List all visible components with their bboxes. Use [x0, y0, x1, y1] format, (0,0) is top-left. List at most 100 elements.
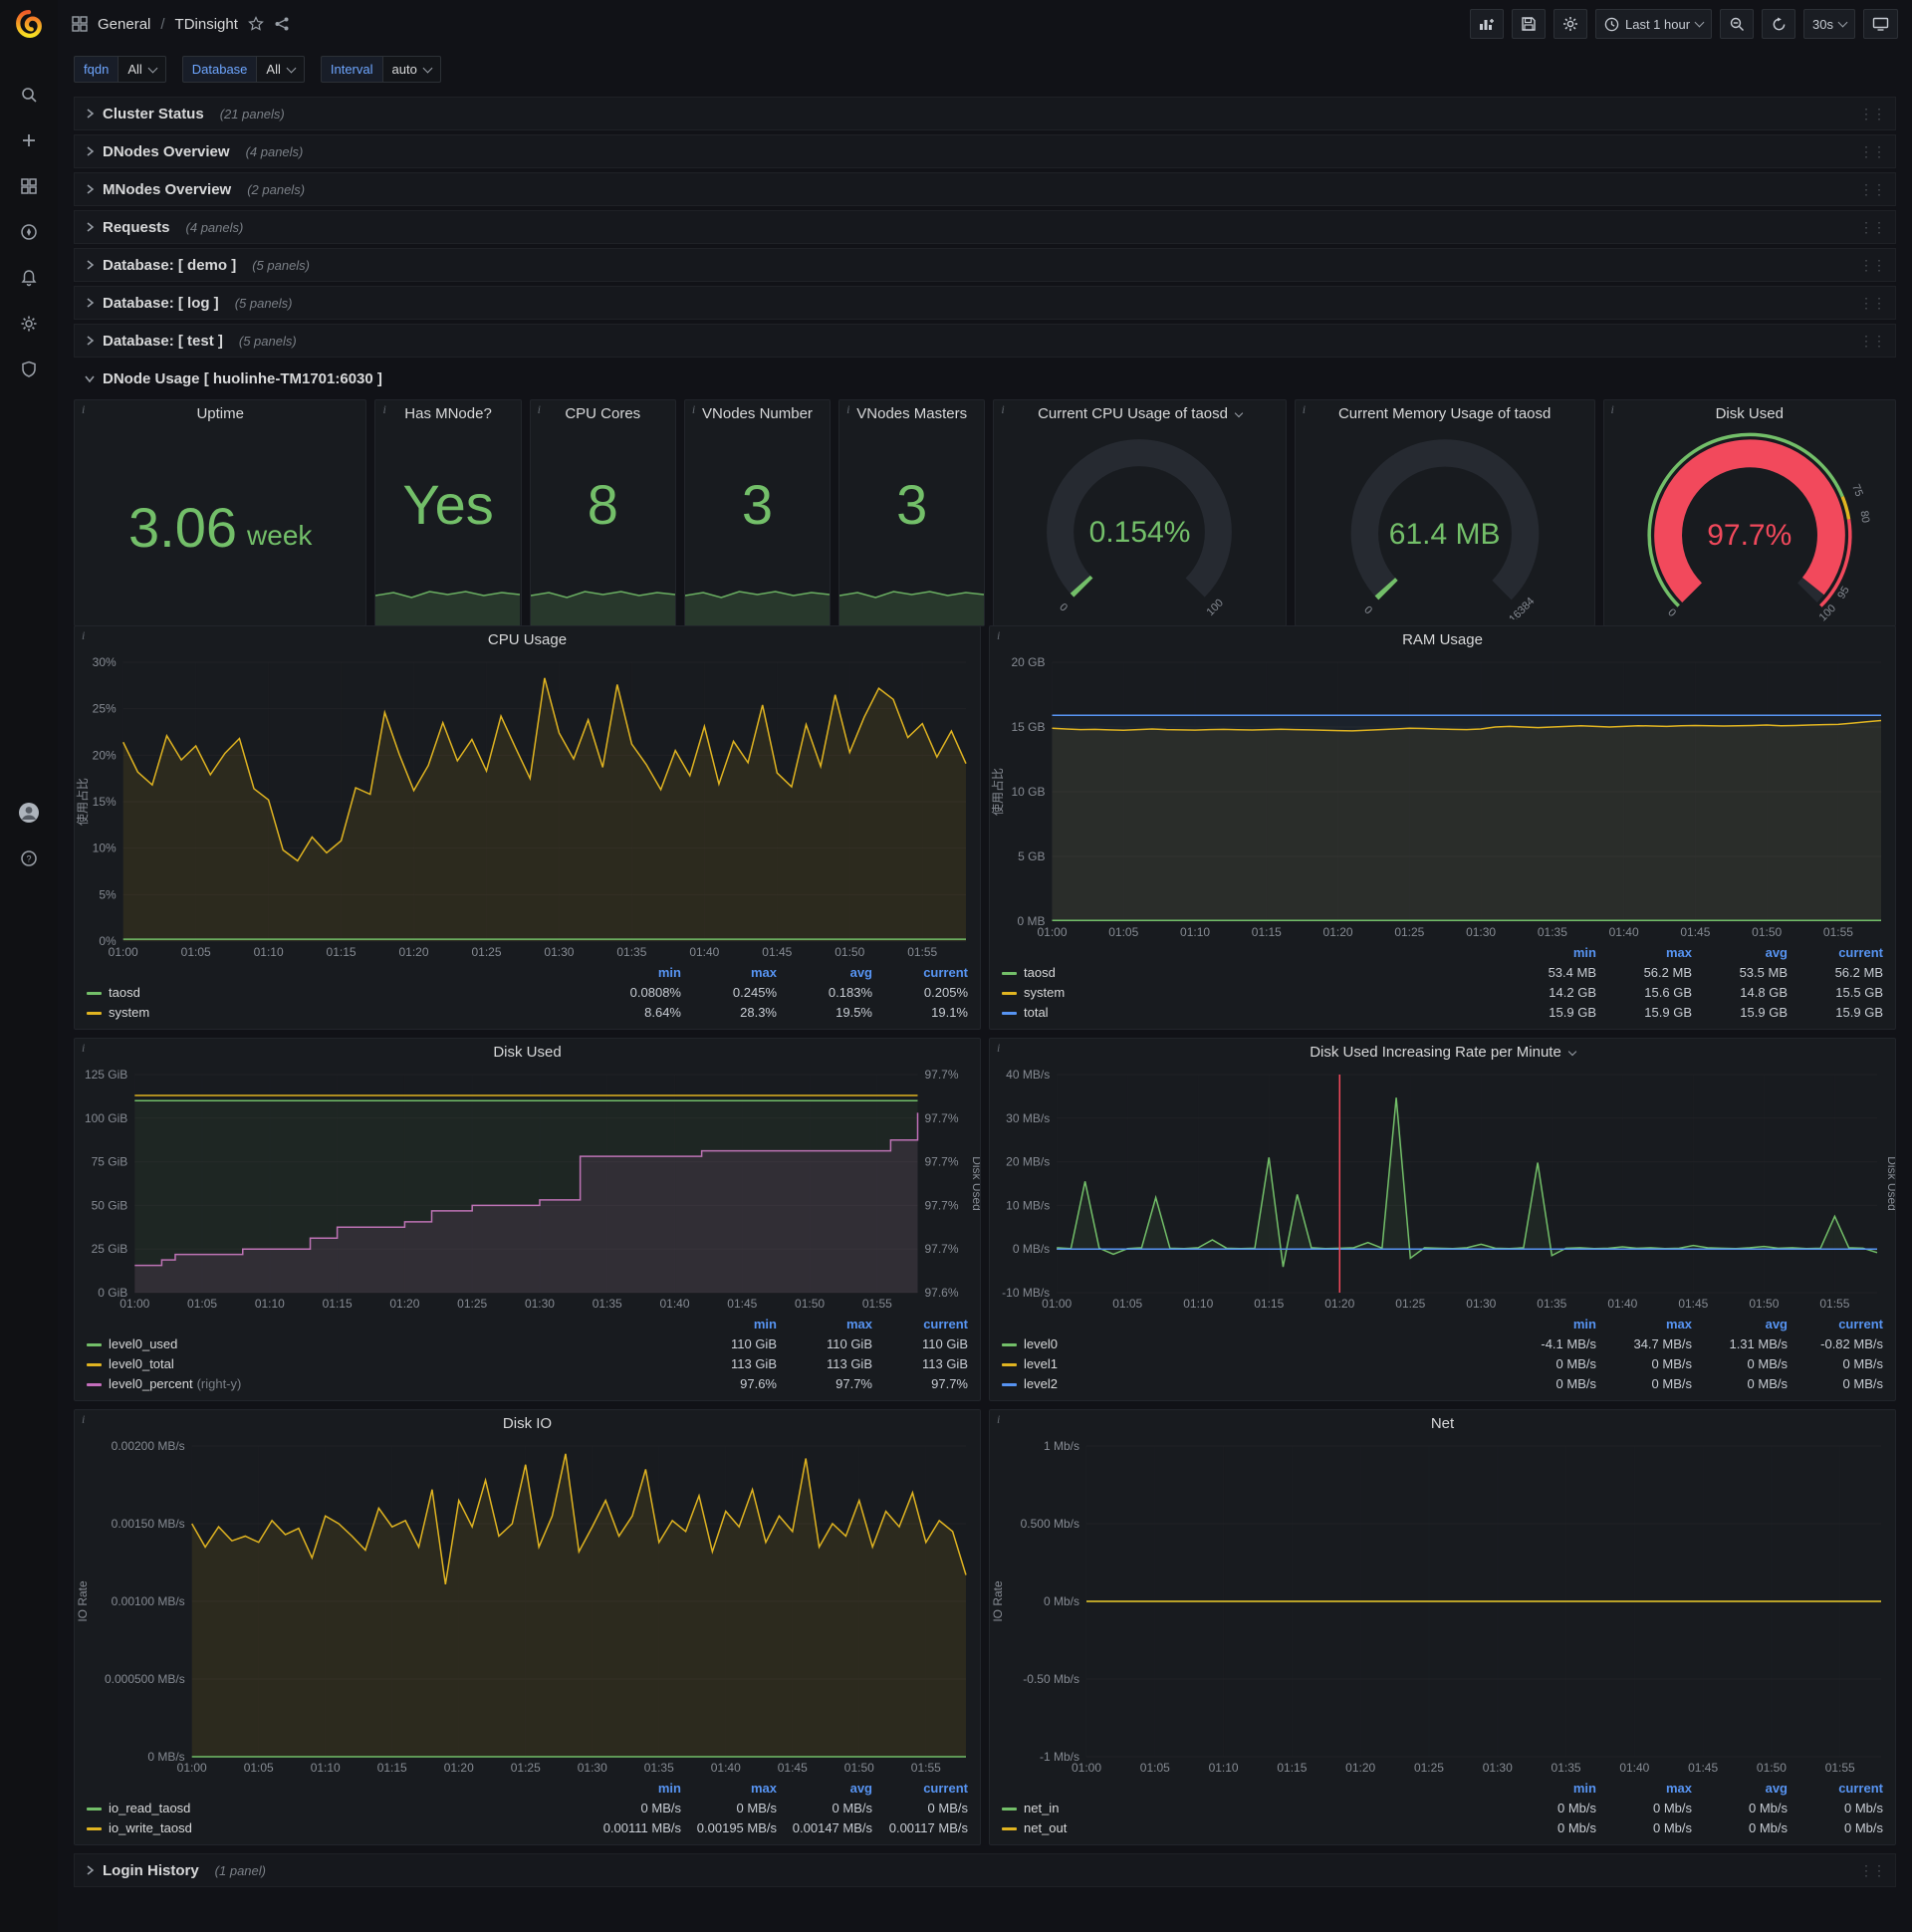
zoom-out-button[interactable]: [1720, 9, 1755, 39]
panel-title[interactable]: Has MNode?: [375, 400, 520, 428]
time-range-picker[interactable]: Last 1 hour: [1594, 9, 1713, 39]
legend-header[interactable]: max: [1600, 943, 1696, 963]
legend-header[interactable]: avg: [1696, 1315, 1792, 1334]
create-plus-icon[interactable]: [9, 121, 49, 160]
panel-info-icon[interactable]: i: [846, 402, 849, 417]
variable-interval[interactable]: Interval auto: [320, 56, 441, 83]
panel-title[interactable]: CPU Cores: [531, 400, 675, 428]
legend-series-name[interactable]: taosd: [83, 983, 590, 1003]
row-drag-handle[interactable]: ⋮⋮: [1859, 106, 1886, 122]
row-drag-handle[interactable]: ⋮⋮: [1859, 333, 1886, 350]
chart-canvas[interactable]: 01:00 01:05 01:10 01:15 01:20 01:25 01:30 01:35…: [75, 1438, 980, 1777]
dashboard-row[interactable]: Cluster Status (21 panels) ⋮⋮: [74, 97, 1896, 130]
panel-title[interactable]: Current CPU Usage of taosd: [994, 400, 1285, 428]
panel-info-icon[interactable]: i: [1001, 402, 1004, 417]
legend-header[interactable]: min: [1505, 943, 1600, 963]
legend-series-name[interactable]: net_in: [998, 1799, 1505, 1818]
dashboard-row[interactable]: Database: [ test ] (5 panels) ⋮⋮: [74, 324, 1896, 358]
chart-canvas[interactable]: 01:00 01:05 01:10 01:15 01:20 01:25 01:30 01:35…: [990, 654, 1895, 941]
row-drag-handle[interactable]: ⋮⋮: [1859, 143, 1886, 160]
panel-title[interactable]: Current Memory Usage of taosd: [1296, 400, 1594, 428]
grafana-logo[interactable]: [15, 10, 43, 41]
dashboards-icon[interactable]: [9, 166, 49, 206]
legend-series-name[interactable]: level0_total: [83, 1354, 685, 1374]
panel-title[interactable]: Disk IO: [75, 1410, 980, 1438]
legend-header[interactable]: current: [1792, 1315, 1887, 1334]
panel-info-icon[interactable]: i: [82, 1041, 85, 1056]
legend-series-name[interactable]: level0_used: [83, 1334, 685, 1354]
refresh-interval-picker[interactable]: 30s: [1803, 9, 1855, 39]
chart-canvas[interactable]: 01:00 01:05 01:10 01:15 01:20 01:25 01:30 01:35…: [75, 654, 980, 961]
legend-header[interactable]: min: [685, 1315, 781, 1334]
dashboard-grid-icon[interactable]: [72, 16, 88, 32]
dashboard-row[interactable]: DNodes Overview (4 panels) ⋮⋮: [74, 134, 1896, 168]
chart-area[interactable]: 01:00 01:05 01:10 01:15 01:20 01:25 01:30 01:35…: [75, 1067, 980, 1313]
help-icon[interactable]: ?: [9, 839, 49, 878]
legend-series-name[interactable]: system: [83, 1003, 590, 1023]
panel-title[interactable]: Disk Used Increasing Rate per Minute: [990, 1039, 1895, 1067]
alerting-bell-icon[interactable]: [9, 258, 49, 298]
row-drag-handle[interactable]: ⋮⋮: [1859, 219, 1886, 236]
legend-series-name[interactable]: level0: [998, 1334, 1505, 1354]
legend-header[interactable]: avg: [781, 1779, 876, 1799]
panel-info-icon[interactable]: i: [82, 1412, 85, 1427]
dashboard-row[interactable]: Requests (4 panels) ⋮⋮: [74, 210, 1896, 244]
star-icon[interactable]: [247, 16, 264, 32]
server-admin-shield-icon[interactable]: [9, 350, 49, 389]
save-dashboard-button[interactable]: [1511, 9, 1546, 39]
legend-series-name[interactable]: level0_percent (right-y): [83, 1374, 685, 1394]
legend-series-name[interactable]: io_read_taosd: [83, 1799, 590, 1818]
panel-title[interactable]: VNodes Masters: [839, 400, 984, 428]
legend-header[interactable]: min: [1505, 1315, 1600, 1334]
legend-series-name[interactable]: io_write_taosd: [83, 1818, 590, 1838]
variable-fqdn[interactable]: fqdn All: [74, 56, 166, 83]
chart-area[interactable]: 01:00 01:05 01:10 01:15 01:20 01:25 01:30 01:35…: [990, 654, 1895, 941]
dashboard-settings-button[interactable]: [1553, 9, 1587, 39]
legend-series-name[interactable]: net_out: [998, 1818, 1505, 1838]
panel-info-icon[interactable]: i: [82, 628, 85, 643]
variable-database[interactable]: Database All: [181, 56, 305, 83]
dashboard-row[interactable]: MNodes Overview (2 panels) ⋮⋮: [74, 172, 1896, 206]
panel-info-icon[interactable]: i: [1611, 402, 1614, 417]
row-drag-handle[interactable]: ⋮⋮: [1859, 1862, 1886, 1879]
panel-title[interactable]: RAM Usage: [990, 626, 1895, 654]
chart-canvas[interactable]: 01:00 01:05 01:10 01:15 01:20 01:25 01:30 01:35…: [990, 1067, 1895, 1313]
legend-series-name[interactable]: system: [998, 983, 1505, 1003]
row-drag-handle[interactable]: ⋮⋮: [1859, 257, 1886, 274]
row-drag-handle[interactable]: ⋮⋮: [1859, 181, 1886, 198]
legend-header[interactable]: avg: [1696, 1779, 1792, 1799]
chart-canvas[interactable]: 01:00 01:05 01:10 01:15 01:20 01:25 01:30 01:35…: [75, 1067, 980, 1313]
legend-header[interactable]: avg: [781, 963, 876, 983]
panel-info-icon[interactable]: i: [997, 628, 1000, 643]
legend-header[interactable]: max: [1600, 1315, 1696, 1334]
legend-header[interactable]: max: [685, 1779, 781, 1799]
panel-title[interactable]: VNodes Number: [685, 400, 830, 428]
legend-header[interactable]: avg: [1696, 943, 1792, 963]
search-icon[interactable]: [9, 75, 49, 115]
legend-header[interactable]: current: [876, 1315, 972, 1334]
panel-info-icon[interactable]: i: [1303, 402, 1306, 417]
panel-info-icon[interactable]: i: [997, 1412, 1000, 1427]
panel-info-icon[interactable]: i: [997, 1041, 1000, 1056]
configuration-gear-icon[interactable]: [9, 304, 49, 344]
legend-header[interactable]: min: [1505, 1779, 1600, 1799]
panel-title[interactable]: Uptime: [75, 400, 365, 428]
legend-header[interactable]: current: [876, 1779, 972, 1799]
user-avatar[interactable]: [9, 793, 49, 833]
panel-title[interactable]: CPU Usage: [75, 626, 980, 654]
legend-header[interactable]: current: [1792, 1779, 1887, 1799]
legend-series-name[interactable]: level1: [998, 1354, 1505, 1374]
explore-compass-icon[interactable]: [9, 212, 49, 252]
chart-area[interactable]: 01:00 01:05 01:10 01:15 01:20 01:25 01:30 01:35…: [990, 1438, 1895, 1777]
panel-info-icon[interactable]: i: [692, 402, 695, 417]
dashboard-row-dnode-usage[interactable]: DNode Usage [ huolinhe-TM1701:6030 ]: [74, 362, 1896, 395]
dashboard-row[interactable]: Database: [ log ] (5 panels) ⋮⋮: [74, 286, 1896, 320]
legend-header[interactable]: min: [590, 963, 685, 983]
legend-header[interactable]: current: [1792, 943, 1887, 963]
add-panel-button[interactable]: [1469, 9, 1504, 39]
legend-header[interactable]: max: [1600, 1779, 1696, 1799]
row-drag-handle[interactable]: ⋮⋮: [1859, 295, 1886, 312]
legend-series-name[interactable]: total: [998, 1003, 1505, 1023]
legend-header[interactable]: min: [590, 1779, 685, 1799]
chart-area[interactable]: 01:00 01:05 01:10 01:15 01:20 01:25 01:30 01:35…: [75, 654, 980, 961]
